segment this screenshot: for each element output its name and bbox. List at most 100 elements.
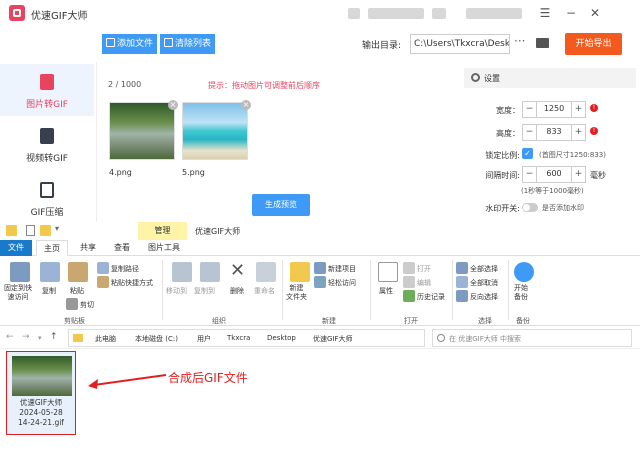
breadcrumb-item[interactable]: 优速GIF大师 — [313, 334, 353, 344]
recent-dropdown-icon[interactable]: ▾ — [38, 334, 42, 342]
history-button[interactable]: 历史记录 — [403, 290, 445, 302]
lock-ratio-row: 锁定比例: ✓ (首图尺寸1250:833) — [460, 145, 640, 165]
image-thumbnail[interactable]: × 5.png — [182, 100, 251, 220]
increment-button[interactable]: + — [571, 167, 585, 182]
breadcrumb-item[interactable]: 用户 — [197, 334, 211, 344]
copy-to-icon[interactable] — [200, 262, 220, 282]
output-path-field[interactable]: C:\Users\Tkxcra\Deskto — [410, 34, 510, 54]
properties-button[interactable]: 属性 — [379, 286, 393, 296]
back-icon[interactable]: ← — [6, 332, 14, 342]
width-stepper[interactable]: − 1250 + — [522, 101, 586, 118]
select-none-button[interactable]: 全部取消 — [456, 276, 498, 288]
cut-label: 剪切 — [80, 301, 94, 309]
remove-icon[interactable]: × — [168, 100, 178, 110]
image-thumbnail[interactable]: × 4.png — [109, 100, 178, 220]
close-button[interactable]: ✕ — [586, 4, 604, 22]
copy-path-button[interactable]: 复制路径 — [97, 262, 139, 274]
copy-button[interactable]: 复制 — [42, 286, 56, 296]
river-image — [109, 102, 175, 160]
new-item-label: 新建项目 — [328, 265, 356, 273]
browse-button[interactable]: ··· — [514, 34, 525, 48]
move-to-icon[interactable] — [172, 262, 192, 282]
copy-icon[interactable] — [40, 262, 60, 282]
interval-unit: 毫秒 — [590, 171, 606, 180]
cloud-backup-icon[interactable] — [514, 262, 534, 282]
lock-ratio-checkbox[interactable]: ✓ — [522, 148, 533, 159]
easy-access-label: 轻松访问 — [328, 279, 356, 287]
minimize-button[interactable]: − — [562, 4, 580, 22]
gif-thumbnail — [12, 356, 72, 396]
watermark-toggle[interactable] — [522, 203, 538, 212]
title-bar: 优速GIF大师 ☰ − ✕ — [0, 0, 640, 28]
new-folder-icon[interactable] — [40, 225, 51, 236]
tab-picture-tools[interactable]: 图片工具 — [140, 240, 188, 256]
generate-preview-button[interactable]: 生成预览 — [252, 194, 310, 216]
start-export-button[interactable]: 开始导出 — [565, 33, 622, 55]
properties-icon[interactable] — [26, 225, 35, 236]
tab-view[interactable]: 查看 — [106, 240, 138, 256]
breadcrumb-item[interactable]: 本地磁盘 (C:) — [135, 334, 178, 344]
decrement-button[interactable]: − — [523, 125, 537, 140]
context-tab-manage[interactable]: 管理 — [138, 222, 187, 240]
open-folder-icon[interactable] — [536, 38, 549, 48]
delete-icon[interactable]: ✕ — [230, 260, 245, 281]
rename-button[interactable]: 重命名 — [254, 286, 275, 296]
pin-icon[interactable] — [10, 262, 30, 282]
width-value[interactable]: 1250 — [538, 104, 570, 113]
up-icon[interactable]: ↑ — [50, 332, 58, 342]
new-folder-button[interactable]: 新建 文件夹 — [286, 284, 307, 302]
trash-icon — [164, 38, 173, 47]
customize-qat-icon[interactable]: ▾ — [55, 224, 59, 233]
gear-icon — [471, 73, 480, 82]
remove-icon[interactable]: × — [241, 100, 251, 110]
breadcrumb-item[interactable]: Tkxcra — [227, 334, 250, 342]
interval-value[interactable]: 600 — [538, 169, 570, 178]
clear-list-button[interactable]: 清除列表 — [160, 34, 216, 54]
edit-button[interactable]: 编辑 — [403, 276, 431, 288]
new-folder-icon[interactable] — [290, 262, 310, 282]
sidebar-item-gif-compress[interactable]: GIF压缩 — [0, 172, 94, 222]
open-button[interactable]: 打开 — [403, 262, 431, 274]
address-bar[interactable]: 此电脑 本地磁盘 (C:) 用户 Tkxcra Desktop 优速GIF大师 — [68, 329, 425, 347]
copy-to-button[interactable]: 复制到 — [194, 286, 215, 296]
increment-button[interactable]: + — [571, 125, 585, 140]
pin-quick-access-button[interactable]: 固定到快 速访问 — [4, 284, 32, 302]
add-file-button[interactable]: 添加文件 — [102, 34, 158, 54]
start-backup-button[interactable]: 开始 备份 — [514, 284, 528, 302]
delete-button[interactable]: 删除 — [230, 286, 244, 296]
sidebar-item-image-to-gif[interactable]: 图片转GIF — [0, 64, 94, 116]
blurred-text — [466, 8, 522, 19]
cut-button[interactable]: 剪切 — [66, 298, 94, 310]
new-item-icon — [314, 262, 326, 274]
invert-selection-button[interactable]: 反向选择 — [456, 290, 498, 302]
select-all-button[interactable]: 全部选择 — [456, 262, 498, 274]
tab-home[interactable]: 主页 — [36, 240, 68, 256]
warning-icon: ! — [590, 127, 598, 135]
lock-ratio-note: (首图尺寸1250:833) — [539, 151, 606, 159]
move-to-button[interactable]: 移动到 — [166, 286, 187, 296]
breadcrumb-item[interactable]: 此电脑 — [95, 334, 116, 344]
tab-share[interactable]: 共享 — [72, 240, 104, 256]
paste-icon[interactable] — [68, 262, 88, 282]
decrement-button[interactable]: − — [523, 102, 537, 117]
scissors-icon — [66, 298, 78, 310]
new-item-button[interactable]: 新建项目 — [314, 262, 356, 274]
height-stepper[interactable]: − 833 + — [522, 124, 586, 141]
sidebar-item-video-to-gif[interactable]: 视频转GIF — [0, 118, 94, 170]
interval-stepper[interactable]: − 600 + — [522, 166, 586, 183]
forward-icon[interactable]: → — [22, 332, 30, 342]
breadcrumb-item[interactable]: Desktop — [267, 334, 296, 342]
increment-button[interactable]: + — [571, 102, 585, 117]
decrement-button[interactable]: − — [523, 167, 537, 182]
output-dir-label: 输出目录: — [362, 41, 402, 51]
rename-icon[interactable] — [256, 262, 276, 282]
gif-file-item[interactable]: 优速GIF大师 2024-05-28 14-24-21.gif — [6, 351, 76, 435]
search-input[interactable]: 在 优速GIF大师 中搜索 — [432, 329, 632, 347]
height-value[interactable]: 833 — [538, 127, 570, 136]
easy-access-button[interactable]: 轻松访问 — [314, 276, 356, 288]
paste-shortcut-button[interactable]: 粘贴快捷方式 — [97, 276, 153, 288]
menu-icon[interactable]: ☰ — [536, 4, 554, 22]
tab-file[interactable]: 文件 — [0, 240, 32, 256]
paste-button[interactable]: 粘贴 — [70, 286, 84, 296]
properties-icon[interactable] — [378, 262, 398, 282]
